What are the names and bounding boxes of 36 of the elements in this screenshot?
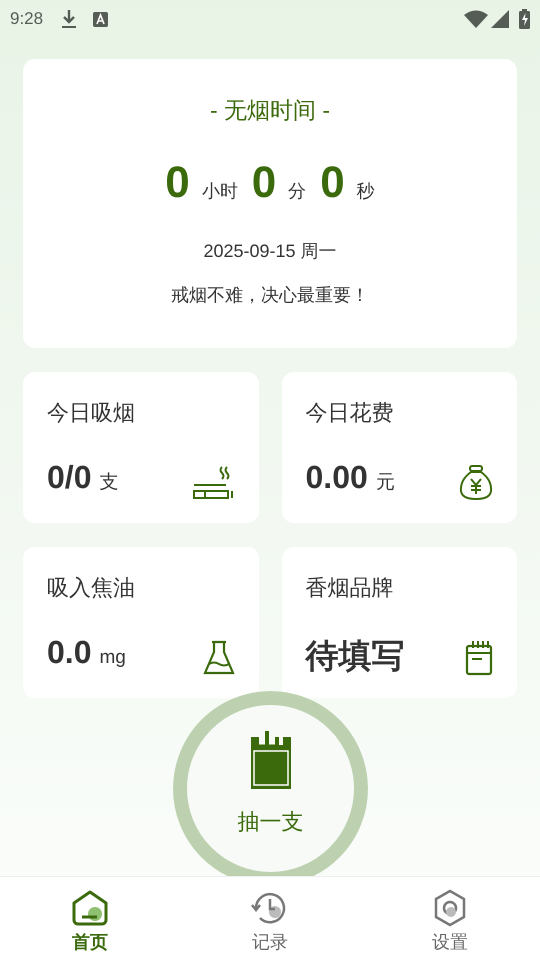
timer-value: 0 [320,156,345,208]
nav-tab[interactable]: 设置 [360,877,540,960]
stat-value: 待填写 [306,636,404,676]
stat-unit: 元 [376,471,395,495]
stat-value: 0.0 [47,633,92,672]
settings-icon [432,889,468,927]
timer-unit: 小时 [202,180,238,202]
smoke-button[interactable]: 抽一支 [173,691,368,876]
flask-icon [202,640,234,676]
nav-tab[interactable]: 首页 [0,877,180,960]
download-icon [61,9,78,29]
stat-value: 0.00 [306,458,368,497]
notepad-icon [465,640,493,676]
timer-value: 0 [252,156,276,208]
status-time: 9:28 [10,8,44,30]
keyboard-icon [93,12,108,26]
stat-unit: 支 [99,471,118,495]
stat-label: 今日花费 [306,399,394,427]
stat-label: 吸入焦油 [47,574,136,602]
home-icon [71,890,109,926]
wifi-icon [464,10,488,28]
cigarette-icon [192,465,234,501]
money-bag-icon [459,465,493,501]
signal-icon [491,10,509,28]
stat-label: 香烟品牌 [306,574,394,602]
battery-icon [519,9,530,29]
timer-unit: 秒 [356,180,375,202]
nav-tab[interactable]: 记录 [180,877,360,960]
date-text: 2025-09-15 周一 [203,240,337,262]
stat-unit: mg [99,646,126,670]
timer-value: 0 [165,156,190,208]
stat-value: 0/0 [47,458,92,497]
timer-title: - 无烟时间 - [210,96,330,125]
motto-text: 戒烟不难，决心最重要！ [171,284,369,306]
stat-label: 今日吸烟 [47,399,136,427]
timer-unit: 分 [288,180,306,202]
